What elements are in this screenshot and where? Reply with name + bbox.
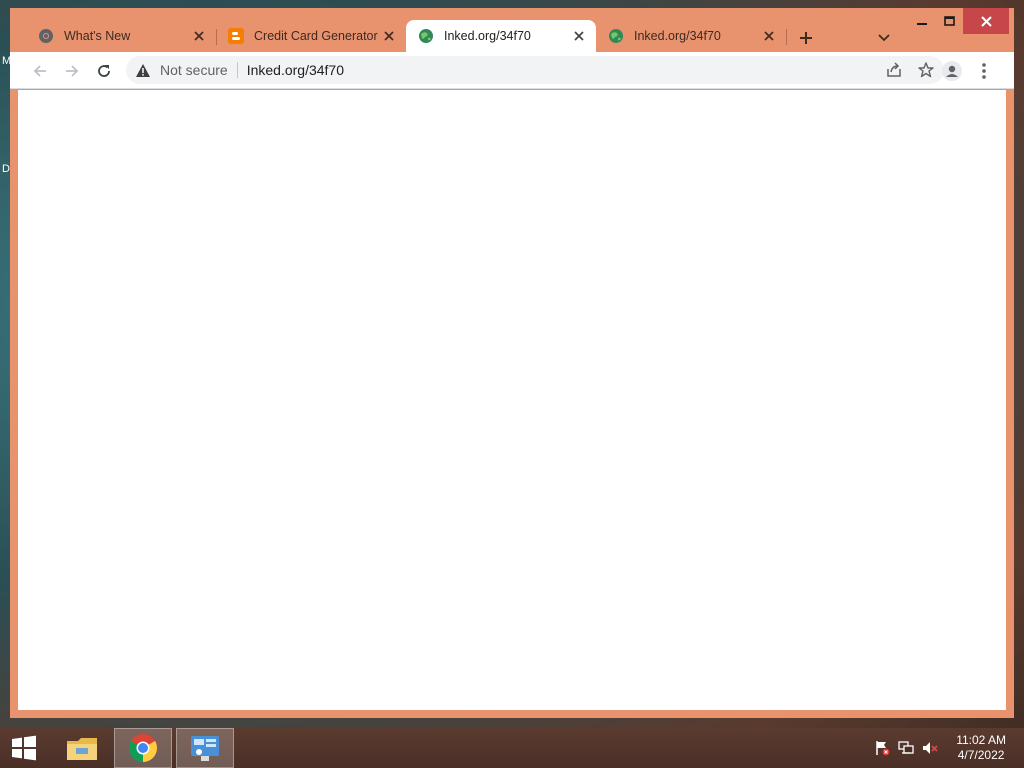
blogger-icon [228, 28, 244, 44]
minimize-button[interactable] [908, 8, 936, 34]
tab-inked-active[interactable]: Inked.org/34f70 [406, 20, 596, 52]
control-panel-icon [191, 736, 219, 761]
back-arrow-icon [33, 65, 46, 77]
back-button[interactable] [26, 57, 54, 85]
taskbar-control-panel[interactable] [176, 728, 234, 768]
taskbar-file-explorer[interactable] [56, 728, 108, 768]
kebab-menu-icon [982, 63, 986, 79]
browser-toolbar: Not secure Inked.org/34f70 [10, 52, 1014, 89]
page-content[interactable] [18, 90, 1006, 710]
action-center-flag-icon [876, 741, 890, 756]
share-icon[interactable] [882, 58, 906, 82]
start-button[interactable] [0, 728, 48, 768]
taskbar: 11:02 AM 4/7/2022 [0, 728, 1024, 768]
tab-inked[interactable]: Inked.org/34f70 [596, 20, 786, 52]
tray-network[interactable] [896, 728, 916, 768]
omnibox-actions [882, 56, 938, 84]
close-icon [980, 15, 992, 27]
profile-button[interactable] [938, 57, 966, 85]
tray-action-center[interactable] [872, 728, 892, 768]
close-window-button[interactable] [963, 8, 1009, 34]
tab-title: Credit Card Generator 2 [254, 29, 380, 43]
url-text[interactable]: Inked.org/34f70 [247, 62, 344, 78]
taskbar-chrome[interactable] [114, 728, 172, 768]
plus-icon [800, 32, 812, 44]
globe-icon [419, 29, 433, 43]
chevron-down-icon [878, 34, 890, 42]
system-clock[interactable]: 11:02 AM 4/7/2022 [956, 733, 1006, 763]
omnibox-divider [236, 62, 238, 78]
new-tab-button[interactable] [794, 26, 818, 50]
tab-whats-new[interactable]: What's New [26, 20, 216, 52]
close-icon[interactable] [760, 27, 778, 45]
volume-muted-icon [923, 742, 938, 754]
chrome-menu-button[interactable] [970, 57, 998, 85]
chrome-icon [39, 29, 53, 43]
tray-volume[interactable] [920, 728, 940, 768]
close-icon[interactable] [570, 27, 588, 45]
address-bar[interactable]: Not secure Inked.org/34f70 [126, 56, 944, 84]
desktop-icon-label: D [2, 163, 10, 175]
chrome-icon [129, 734, 157, 762]
file-explorer-icon [67, 738, 97, 760]
forward-button[interactable] [58, 57, 86, 85]
profile-icon [942, 61, 962, 81]
tab-search-button[interactable] [872, 26, 896, 50]
forward-arrow-icon [66, 65, 79, 77]
star-icon[interactable] [914, 58, 938, 82]
network-icon [898, 741, 914, 754]
tab-title: What's New [64, 29, 131, 43]
browser-window: What's New Credit Card Generator 2 Inked… [10, 8, 1014, 718]
tab-title: Inked.org/34f70 [634, 29, 721, 43]
security-label[interactable]: Not secure [160, 62, 228, 78]
minimize-icon [917, 23, 927, 25]
clock-time: 11:02 AM [956, 733, 1006, 747]
close-icon[interactable] [190, 27, 208, 45]
tab-separator [786, 29, 787, 45]
clock-date: 4/7/2022 [957, 748, 1005, 762]
not-secure-warning-icon[interactable] [136, 62, 152, 78]
tab-credit-card-generator[interactable]: Credit Card Generator 2 [216, 20, 406, 52]
windows-logo-icon [12, 735, 36, 761]
tab-strip: What's New Credit Card Generator 2 Inked… [10, 8, 1014, 52]
tab-title: Inked.org/34f70 [444, 29, 531, 43]
close-icon[interactable] [380, 27, 398, 45]
maximize-button[interactable] [935, 8, 963, 34]
reload-button[interactable] [90, 57, 118, 85]
reload-icon [98, 65, 110, 77]
maximize-icon [943, 16, 955, 26]
globe-icon [609, 29, 623, 43]
